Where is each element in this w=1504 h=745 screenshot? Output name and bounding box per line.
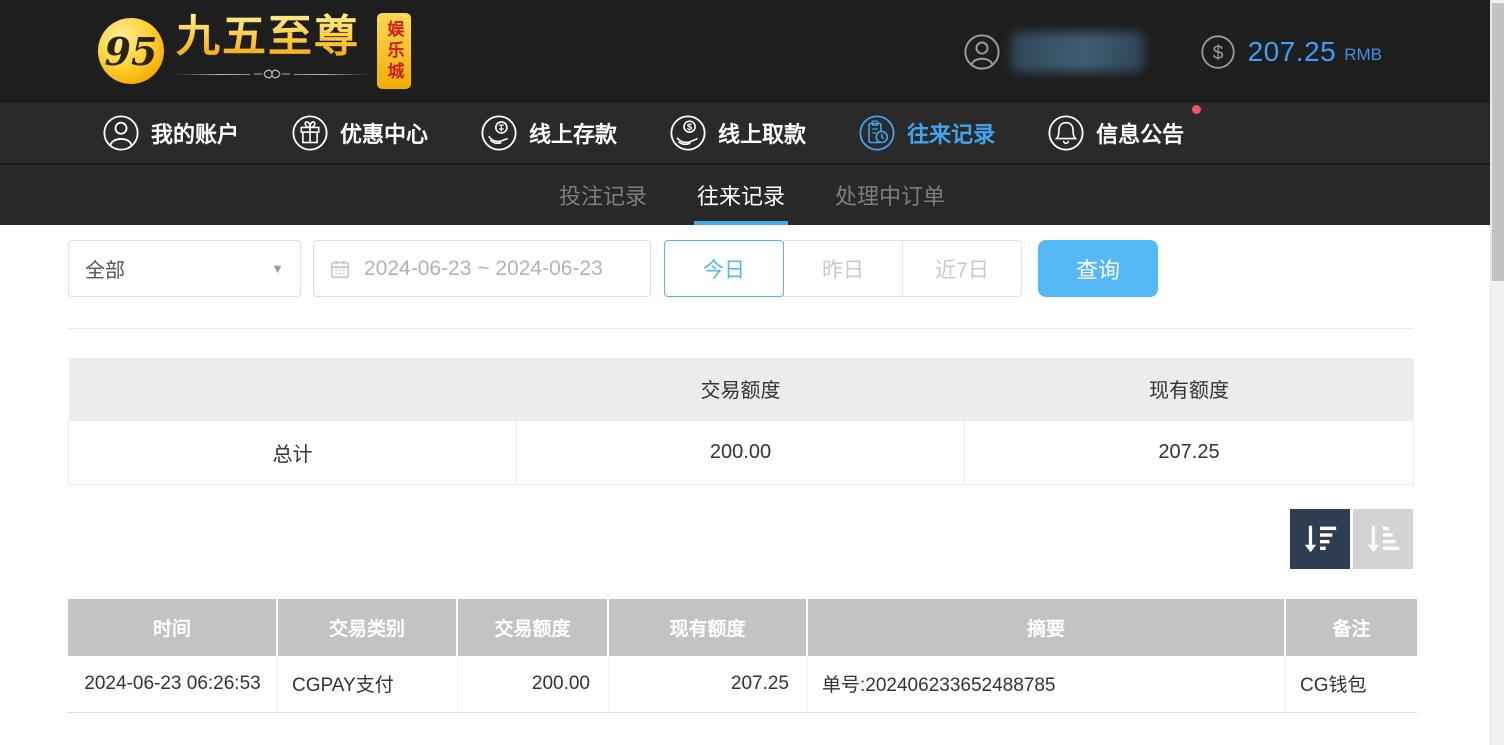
logo-title: 九五至尊 [176,9,368,64]
range-last7days-button[interactable]: 近7日 [902,240,1022,297]
range-label: 今日 [703,254,745,284]
records-col-time: 时间 [68,599,278,656]
tab-label: 处理中订单 [835,179,945,211]
tab-processing-orders[interactable]: 处理中订单 [833,165,947,225]
chevron-down-icon: ▼ [271,261,284,276]
swirl-ornament-icon [250,67,294,81]
nav-item-label: 优惠中心 [340,117,428,149]
summary-header-row: 交易额度 现有额度 [69,358,1414,420]
quick-range-group: 今日 昨日 近7日 [664,240,1022,297]
gift-icon [291,114,329,152]
clipboard-clock-icon [858,114,896,152]
sort-descending-icon [1301,520,1339,558]
nav-item-transaction-records[interactable]: 往来记录 [858,114,995,152]
record-current-balance: 207.25 [609,656,808,713]
nav-item-label: 信息公告 [1096,117,1184,149]
records-header-row: 时间 交易类别 交易额度 现有额度 摘要 备注 [68,599,1417,656]
sort-descending-button[interactable] [1290,509,1350,569]
query-button[interactable]: 查询 [1038,240,1158,297]
table-row: 2024-06-23 06:26:53 CGPAY支付 200.00 207.2… [68,656,1417,713]
record-transaction-amount: 200.00 [458,656,609,713]
withdraw-hand-coin-icon: $ [669,114,707,152]
summary-col-empty [69,358,517,420]
user-circle-icon [102,114,140,152]
main-navbar: 我的账户 优惠中心 线上存款 $ 线上取款 [0,103,1504,165]
main-content: 全部 ▼ 2024-06-23 ~ 2024-06-23 今日 昨日 近7日 [0,225,1504,713]
summary-total-current-balance: 207.25 [965,420,1414,484]
nav-item-label: 我的账户 [151,117,239,149]
balance-amount: 207.25 [1248,36,1337,68]
range-label: 近7日 [935,254,989,284]
vertical-scrollbar[interactable] [1490,0,1504,745]
filter-row: 全部 ▼ 2024-06-23 ~ 2024-06-23 今日 昨日 近7日 [68,240,1504,297]
range-today-button[interactable]: 今日 [664,240,784,297]
records-col-remark: 备注 [1286,599,1417,656]
records-col-current-balance: 现有额度 [609,599,808,656]
scrollbar-thumb[interactable] [1492,3,1504,281]
summary-col-current-balance: 现有额度 [965,358,1414,420]
nav-item-promotions[interactable]: 优惠中心 [291,114,428,152]
tab-transaction-records[interactable]: 往来记录 [695,165,787,225]
summary-total-row: 总计 200.00 207.25 [69,420,1414,484]
range-yesterday-button[interactable]: 昨日 [783,240,903,297]
nav-item-announcements[interactable]: 信息公告 [1047,114,1184,152]
nav-item-my-account[interactable]: 我的账户 [102,114,239,152]
date-range-input[interactable]: 2024-06-23 ~ 2024-06-23 [313,240,651,297]
record-remark: CG钱包 [1286,656,1417,713]
tab-betting-records[interactable]: 投注记录 [557,165,649,225]
nav-item-label: 往来记录 [907,117,995,149]
nav-item-label: 线上取款 [718,117,806,149]
records-table: 时间 交易类别 交易额度 现有额度 摘要 备注 2024-06-23 06:26… [68,599,1417,713]
sort-ascending-button[interactable] [1353,509,1413,569]
date-range-value: 2024-06-23 ~ 2024-06-23 [364,257,603,281]
tab-label: 往来记录 [697,179,785,211]
summary-col-transaction-amount: 交易额度 [517,358,965,420]
logo-subtitle: 娱乐城 [382,20,407,83]
summary-table: 交易额度 现有额度 总计 200.00 207.25 [68,358,1414,485]
record-time: 2024-06-23 06:26:53 [68,656,278,713]
logo-flourish-ornament [176,66,368,82]
sort-ascending-icon [1364,520,1402,558]
logo-subtitle-badge: 娱乐城 [377,13,411,89]
section-divider [68,328,1413,329]
balance-widget[interactable]: $ 207.25 RMB [1200,34,1382,70]
range-label: 昨日 [822,254,864,284]
records-col-summary: 摘要 [808,599,1286,656]
logo-monogram: 95 [105,29,158,74]
records-col-transaction-amount: 交易额度 [458,599,609,656]
svg-text:$: $ [1212,41,1223,63]
svg-text:$: $ [687,122,693,133]
balance-currency: RMB [1344,45,1382,65]
type-filter-value: 全部 [85,254,125,283]
sort-controls [68,509,1413,569]
brand-logo[interactable]: 95 九五至尊 娱乐城 [98,9,411,89]
query-button-label: 查询 [1076,253,1120,285]
record-subtabs: 投注记录 往来记录 处理中订单 [0,165,1504,225]
notification-dot-badge [1192,105,1201,114]
bell-icon [1047,114,1085,152]
record-type: CGPAY支付 [278,656,458,713]
logo-monogram-badge: 95 [98,18,164,84]
top-banner: 95 九五至尊 娱乐城 $ [0,0,1504,103]
record-summary: 单号:202406233652488785 [808,656,1286,713]
username-redacted[interactable] [1011,32,1144,72]
summary-total-label: 总计 [69,420,517,484]
dollar-coin-icon: $ [1200,34,1236,70]
avatar-icon[interactable] [963,33,1001,71]
nav-item-label: 线上存款 [529,117,617,149]
deposit-hand-coin-icon [480,114,518,152]
nav-item-withdraw[interactable]: $ 线上取款 [669,114,806,152]
summary-total-transaction-amount: 200.00 [517,420,965,484]
topbar-user-area: $ 207.25 RMB [963,0,1382,103]
logo-main: 九五至尊 [176,9,368,82]
type-filter-select[interactable]: 全部 ▼ [68,240,301,297]
tab-label: 投注记录 [559,179,647,211]
nav-item-deposit[interactable]: 线上存款 [480,114,617,152]
records-col-type: 交易类别 [278,599,458,656]
calendar-icon [329,258,351,280]
